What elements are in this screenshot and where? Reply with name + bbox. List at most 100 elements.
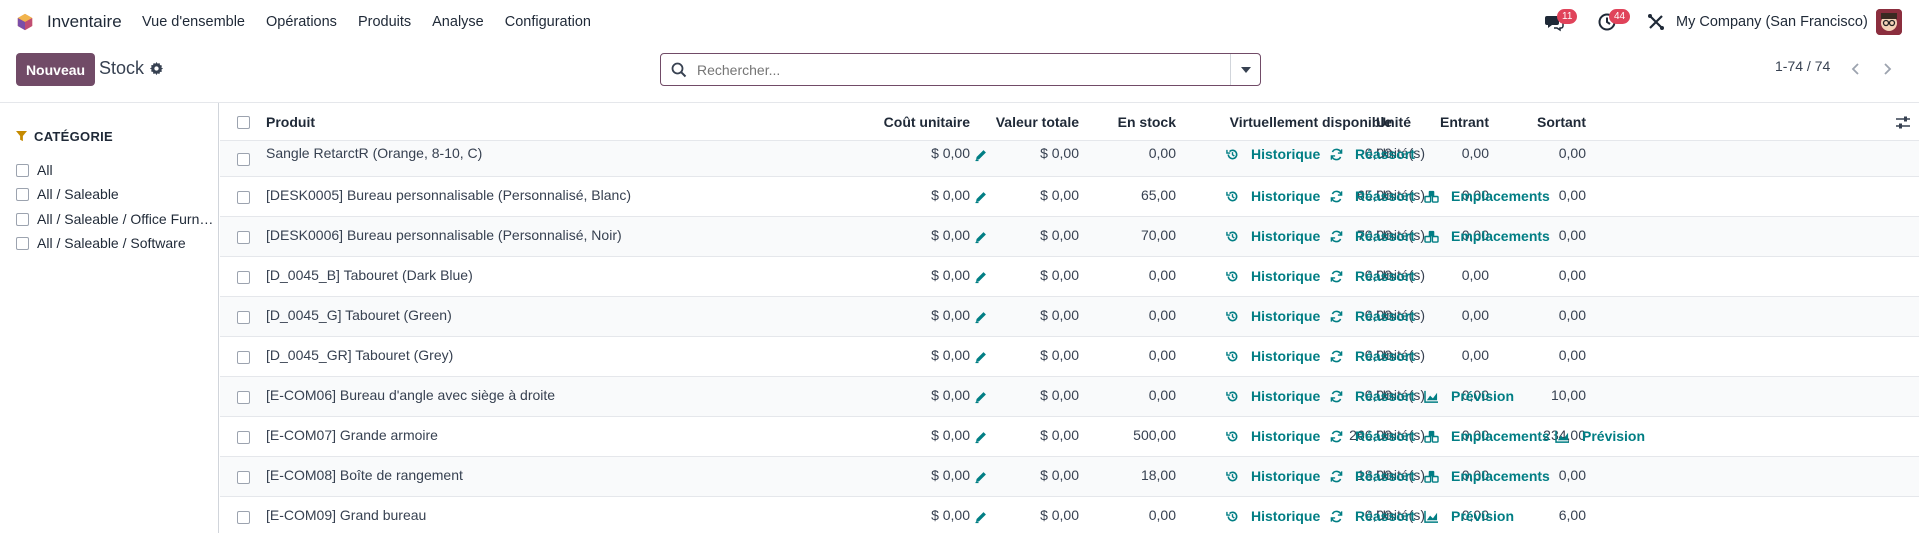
menu-item[interactable]: Configuration: [505, 14, 591, 30]
edit-quantity-pencil-icon[interactable]: [974, 510, 988, 524]
action-locations-button[interactable]: Emplacements: [1424, 468, 1550, 484]
cell-product[interactable]: [DESK0006] Bureau personnalisable (Perso…: [266, 227, 622, 243]
header-product[interactable]: Produit: [266, 114, 315, 130]
menu-item[interactable]: Opérations: [266, 14, 337, 30]
category-checkbox[interactable]: [16, 212, 29, 226]
table-row[interactable]: [D_0045_B] Tabouret (Dark Blue) $ 0,00 $ 0…: [220, 257, 1919, 297]
gear-icon[interactable]: [149, 61, 164, 76]
action-replenish-button[interactable]: Réassort: [1330, 228, 1415, 244]
action-locations-button[interactable]: Emplacements: [1424, 188, 1550, 204]
category-checkbox[interactable]: [16, 236, 29, 250]
edit-quantity-pencil-icon[interactable]: [974, 230, 988, 244]
pager-previous-button[interactable]: [1840, 54, 1870, 84]
row-checkbox[interactable]: [237, 431, 250, 444]
header-incoming[interactable]: Entrant: [1440, 114, 1489, 130]
table-row[interactable]: [D_0045_GR] Tabouret (Grey) $ 0,00 $ 0,00 0…: [220, 337, 1919, 377]
search-input[interactable]: [697, 61, 1197, 78]
category-checkbox[interactable]: [16, 163, 29, 177]
action-history-button[interactable]: Historique: [1226, 508, 1320, 524]
action-replenish-button[interactable]: Réassort: [1330, 268, 1415, 284]
action-replenish-button[interactable]: Réassort: [1330, 388, 1415, 404]
table-row[interactable]: [E-COM07] Grande armoire $ 0,00 $ 0,00 500,…: [220, 417, 1919, 457]
app-name[interactable]: Inventaire: [47, 12, 122, 32]
table-row[interactable]: [E-COM06] Bureau d'angle avec siège à dr…: [220, 377, 1919, 417]
category-filter-item[interactable]: All / Saleable / Software: [16, 235, 216, 251]
inventory-app-icon[interactable]: [16, 13, 34, 31]
header-forecasted[interactable]: Virtuellement disponible: [1230, 114, 1392, 130]
search-options-toggle[interactable]: [1230, 54, 1260, 85]
row-checkbox[interactable]: [237, 153, 250, 166]
table-row[interactable]: [DESK0006] Bureau personnalisable (Perso…: [220, 217, 1919, 257]
action-replenish-button[interactable]: Réassort: [1330, 348, 1415, 364]
action-locations-button[interactable]: Emplacements: [1424, 228, 1550, 244]
header-total-value[interactable]: Valeur totale: [996, 114, 1079, 130]
edit-quantity-pencil-icon[interactable]: [974, 430, 988, 444]
edit-quantity-pencil-icon[interactable]: [974, 470, 988, 484]
action-replenish-button[interactable]: Réassort: [1330, 508, 1415, 524]
menu-item[interactable]: Produits: [358, 14, 411, 30]
action-history-button[interactable]: Historique: [1226, 228, 1320, 244]
row-checkbox[interactable]: [237, 391, 250, 404]
row-checkbox[interactable]: [237, 231, 250, 244]
pager-next-button[interactable]: [1873, 54, 1903, 84]
cell-product[interactable]: [D_0045_G] Tabouret (Green): [266, 307, 452, 323]
user-avatar[interactable]: [1876, 9, 1902, 35]
select-all-checkbox[interactable]: [237, 116, 250, 129]
action-forecast-button[interactable]: Prévision: [1424, 508, 1514, 524]
header-unit-cost[interactable]: Coût unitaire: [884, 114, 970, 130]
edit-quantity-pencil-icon[interactable]: [974, 310, 988, 324]
edit-quantity-pencil-icon[interactable]: [974, 270, 988, 284]
table-row[interactable]: [D_0045_G] Tabouret (Green) $ 0,00 $ 0,00 0…: [220, 297, 1919, 337]
row-checkbox[interactable]: [237, 271, 250, 284]
action-history-button[interactable]: Historique: [1226, 268, 1320, 284]
action-history-button[interactable]: Historique: [1226, 146, 1320, 162]
table-row[interactable]: [E-COM08] Boîte de rangement $ 0,00 $ 0,00…: [220, 457, 1919, 497]
row-checkbox[interactable]: [237, 191, 250, 204]
action-forecast-button[interactable]: Prévision: [1555, 428, 1645, 444]
edit-quantity-pencil-icon[interactable]: [974, 390, 988, 404]
cell-product[interactable]: [E-COM09] Grand bureau: [266, 507, 426, 523]
action-replenish-button[interactable]: Réassort: [1330, 428, 1415, 444]
table-row[interactable]: Sangle RetarctR (Orange, 8-10, C) $ 0,00 $…: [220, 141, 1919, 177]
action-history-button[interactable]: Historique: [1226, 188, 1320, 204]
debug-tools-icon[interactable]: [1646, 12, 1666, 32]
cell-product[interactable]: [DESK0005] Bureau personnalisable (Perso…: [266, 187, 631, 203]
cell-product[interactable]: [D_0045_B] Tabouret (Dark Blue): [266, 267, 473, 283]
row-checkbox[interactable]: [237, 351, 250, 364]
edit-quantity-pencil-icon[interactable]: [974, 148, 988, 162]
menu-item[interactable]: Vue d'ensemble: [142, 14, 245, 30]
action-history-button[interactable]: Historique: [1226, 308, 1320, 324]
edit-quantity-pencil-icon[interactable]: [974, 350, 988, 364]
cell-product[interactable]: [D_0045_GR] Tabouret (Grey): [266, 347, 453, 363]
action-replenish-button[interactable]: Réassort: [1330, 308, 1415, 324]
action-locations-button[interactable]: Emplacements: [1424, 428, 1550, 444]
action-replenish-button[interactable]: Réassort: [1330, 146, 1415, 162]
optional-columns-icon[interactable]: [1895, 115, 1911, 131]
category-filter-item[interactable]: All / Saleable: [16, 186, 216, 202]
header-outgoing[interactable]: Sortant: [1537, 114, 1586, 130]
action-history-button[interactable]: Historique: [1226, 348, 1320, 364]
category-filter-item[interactable]: All: [16, 162, 216, 178]
action-replenish-button[interactable]: Réassort: [1330, 468, 1415, 484]
action-history-button[interactable]: Historique: [1226, 428, 1320, 444]
header-uom[interactable]: Unité: [1376, 114, 1411, 130]
table-row[interactable]: [E-COM09] Grand bureau $ 0,00 $ 0,00 0,00 0,…: [220, 497, 1919, 533]
row-checkbox[interactable]: [237, 311, 250, 324]
action-history-button[interactable]: Historique: [1226, 388, 1320, 404]
row-checkbox[interactable]: [237, 471, 250, 484]
cell-product[interactable]: [E-COM07] Grande armoire: [266, 427, 438, 443]
edit-quantity-pencil-icon[interactable]: [974, 190, 988, 204]
cell-product[interactable]: [E-COM06] Bureau d'angle avec siège à dr…: [266, 387, 555, 403]
cell-product[interactable]: [E-COM08] Boîte de rangement: [266, 467, 463, 483]
table-row[interactable]: [DESK0005] Bureau personnalisable (Perso…: [220, 177, 1919, 217]
header-on-hand[interactable]: En stock: [1118, 114, 1176, 130]
action-replenish-button[interactable]: Réassort: [1330, 188, 1415, 204]
menu-item[interactable]: Analyse: [432, 14, 484, 30]
row-checkbox[interactable]: [237, 511, 250, 524]
pager-value[interactable]: 1-74 / 74: [1775, 58, 1830, 74]
cell-product[interactable]: Sangle RetarctR (Orange, 8-10, C): [266, 145, 482, 161]
category-filter-item[interactable]: All / Saleable / Office Furniture: [16, 211, 216, 227]
new-button[interactable]: Nouveau: [16, 53, 95, 86]
category-checkbox[interactable]: [16, 187, 29, 201]
company-switcher[interactable]: My Company (San Francisco): [1676, 14, 1868, 30]
